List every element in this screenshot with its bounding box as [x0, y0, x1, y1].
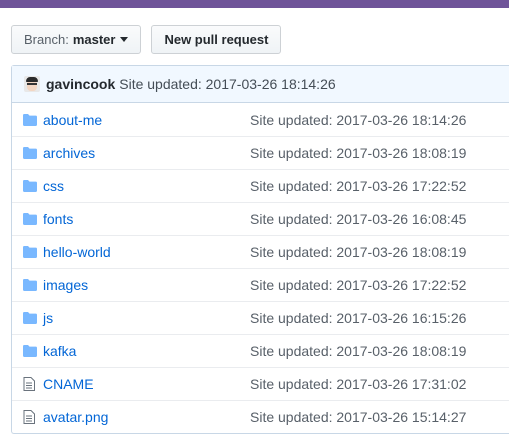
folder-icon — [23, 212, 37, 226]
commit-message-link[interactable]: Site updated: 2017-03-26 18:08:19 — [250, 244, 466, 260]
commit-message-link[interactable]: Site updated: 2017-03-26 18:08:19 — [250, 343, 466, 359]
folder-icon — [23, 113, 37, 127]
branch-select-button[interactable]: Branch: master — [11, 25, 142, 54]
commit-message-link[interactable]: Site updated: 2017-03-26 18:08:19 — [250, 145, 466, 161]
new-pull-request-button[interactable]: New pull request — [151, 25, 282, 54]
commit-message-link[interactable]: Site updated: 2017-03-26 16:15:26 — [250, 310, 466, 326]
file-row: hello-world Site updated: 2017-03-26 18:0… — [12, 235, 509, 268]
file-name-link[interactable]: CNAME — [43, 376, 241, 392]
folder-icon — [23, 179, 37, 193]
file-list: about-me Site updated: 2017-03-26 18:14:2… — [12, 103, 509, 433]
commit-message-link[interactable]: Site updated: 2017-03-26 17:22:52 — [250, 277, 466, 293]
file-icon — [23, 377, 37, 391]
folder-icon — [23, 278, 37, 292]
file-row: archives Site updated: 2017-03-26 18:08:1… — [12, 136, 509, 169]
folder-icon — [23, 245, 37, 259]
folder-icon — [23, 146, 37, 160]
commit-message-link[interactable]: Site updated: 2017-03-26 17:31:02 — [250, 376, 466, 392]
file-row: images Site updated: 2017-03-26 17:22:52 — [12, 268, 509, 301]
file-row: kafka Site updated: 2017-03-26 18:08:19 — [12, 334, 509, 367]
file-row: fonts Site updated: 2017-03-26 16:08:45 — [12, 202, 509, 235]
file-row: js Site updated: 2017-03-26 16:15:26 — [12, 301, 509, 334]
latest-commit-bar: gavincook Site updated: 2017-03-26 18:14… — [12, 66, 509, 103]
folder-icon — [23, 344, 37, 358]
file-row: css Site updated: 2017-03-26 17:22:52 — [12, 169, 509, 202]
file-name-link[interactable]: kafka — [43, 343, 241, 359]
file-name-link[interactable]: about-me — [43, 112, 241, 128]
branch-prefix-label: Branch: — [24, 32, 69, 47]
file-icon — [23, 410, 37, 424]
commit-message-link[interactable]: Site updated: 2017-03-26 15:14:27 — [250, 409, 466, 425]
commit-message-link[interactable]: Site updated: 2017-03-26 18:14:26 — [250, 112, 466, 128]
file-row: avatar.png Site updated: 2017-03-26 15:14… — [12, 400, 509, 433]
commit-message-link[interactable]: Site updated: 2017-03-26 17:22:52 — [250, 178, 466, 194]
file-table: gavincook Site updated: 2017-03-26 18:14… — [11, 65, 509, 434]
file-name-link[interactable]: js — [43, 310, 241, 326]
commit-message[interactable]: Site updated: 2017-03-26 18:14:26 — [119, 76, 335, 92]
file-name-link[interactable]: css — [43, 178, 241, 194]
commit-author-link[interactable]: gavincook — [46, 76, 115, 92]
repo-header-bar — [0, 0, 509, 8]
commit-message-link[interactable]: Site updated: 2017-03-26 16:08:45 — [250, 211, 466, 227]
file-name-link[interactable]: hello-world — [43, 244, 241, 260]
caret-down-icon — [120, 37, 129, 42]
file-name-link[interactable]: fonts — [43, 211, 241, 227]
file-name-link[interactable]: avatar.png — [43, 409, 241, 425]
file-row: CNAME Site updated: 2017-03-26 17:31:02 — [12, 367, 509, 400]
file-name-link[interactable]: archives — [43, 145, 241, 161]
file-navigation: Branch: master New pull request — [11, 25, 282, 54]
file-row: about-me Site updated: 2017-03-26 18:14:2… — [12, 103, 509, 136]
branch-name-label: master — [72, 32, 116, 47]
folder-icon — [23, 311, 37, 325]
file-name-link[interactable]: images — [43, 277, 241, 293]
avatar[interactable] — [24, 76, 40, 92]
